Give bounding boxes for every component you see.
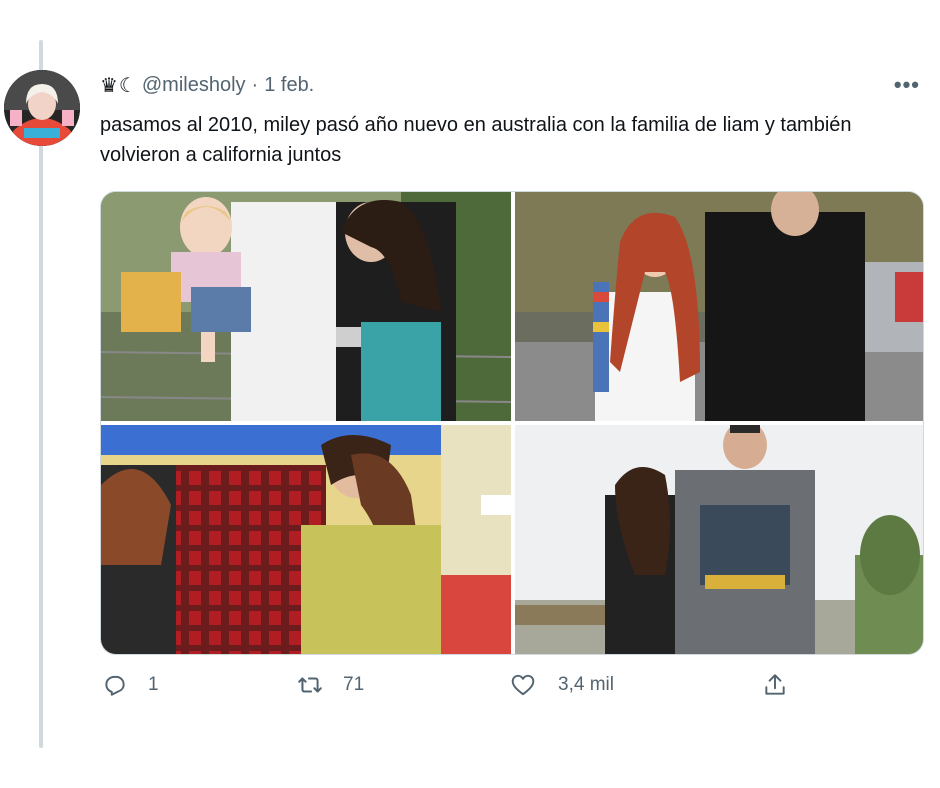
retweet-button[interactable]: 71 (297, 672, 364, 698)
reply-button[interactable]: 1 (102, 672, 159, 698)
photo-1[interactable] (101, 192, 511, 421)
tweet-date[interactable]: 1 feb. (264, 74, 314, 97)
header-separator: · (251, 73, 259, 96)
media-grid (100, 191, 924, 655)
reply-count: 1 (148, 674, 159, 695)
tweet-actions: 1 71 3,4 mil (100, 672, 800, 708)
photo-2[interactable] (515, 192, 923, 421)
tweet-text: pasamos al 2010, miley pasó año nuevo en… (100, 114, 852, 166)
tweet: ♛☾ @milesholy · 1 feb. ••• pasamos al 20… (100, 70, 924, 170)
like-button[interactable]: 3,4 mil (510, 672, 614, 698)
author-name[interactable]: ♛☾ (100, 73, 138, 98)
retweet-count: 71 (343, 674, 365, 695)
avatar[interactable] (4, 70, 80, 146)
more-icon[interactable]: ••• (894, 72, 920, 98)
like-icon (511, 674, 535, 696)
share-icon (765, 674, 785, 695)
retweet-icon (298, 677, 322, 693)
tweet-header: ♛☾ @milesholy · 1 feb. (100, 70, 924, 100)
photo-4[interactable] (515, 425, 923, 654)
author-handle[interactable]: @milesholy (142, 74, 246, 97)
thread-line (39, 40, 43, 748)
reply-icon (105, 675, 125, 696)
like-count: 3,4 mil (558, 674, 614, 695)
photo-3[interactable] (101, 425, 511, 654)
share-button[interactable] (762, 672, 788, 698)
